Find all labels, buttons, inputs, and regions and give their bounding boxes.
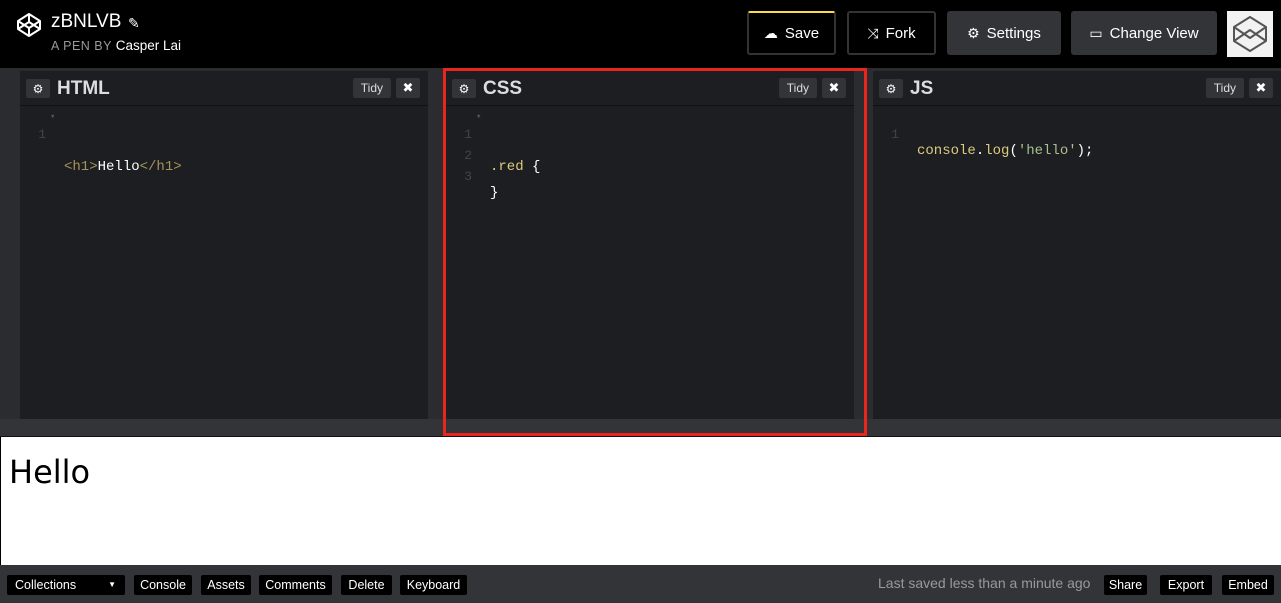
line-number: 3 xyxy=(464,169,472,184)
cloud-icon: ☁ xyxy=(763,24,778,41)
pen-title[interactable]: zBNLVB xyxy=(51,11,121,33)
js-editor[interactable]: ⚙ JS Tidy ✖ 1 console.log('hello'); xyxy=(873,71,1281,419)
fold-arrow-icon[interactable]: ▾ xyxy=(476,112,481,122)
line-number: 1 xyxy=(38,127,46,142)
author-link[interactable]: Casper Lai xyxy=(116,38,181,53)
css-editor-title: CSS xyxy=(483,78,523,99)
code-text: } xyxy=(490,185,499,201)
result-preview[interactable]: Hello xyxy=(1,437,1281,565)
css-editor[interactable]: ⚙ CSS Tidy ✖ 1 ▾ .red { 2 3 } xyxy=(446,71,854,419)
byline-prefix: A PEN BY xyxy=(51,39,112,53)
fork-label: Fork xyxy=(885,24,916,42)
caret-down-icon: ▼ xyxy=(108,580,116,589)
js-settings-gear-icon[interactable]: ⚙ xyxy=(879,79,903,98)
assets-button[interactable]: Assets xyxy=(201,575,251,595)
html-editor-header: ⚙ HTML Tidy ✖ xyxy=(20,71,428,106)
view-layout-icon: ▭ xyxy=(1089,24,1103,41)
code-text: console.log('hello'); xyxy=(917,143,1094,159)
console-button[interactable]: Console xyxy=(134,575,192,595)
css-settings-gear-icon[interactable]: ⚙ xyxy=(452,79,476,98)
settings-label: Settings xyxy=(986,24,1041,42)
code-line: 1 ▾ <h1>Hello</h1> xyxy=(20,111,181,175)
top-header: zBNLVB ✎ A PEN BY Casper Lai ☁ Save ⤨ Fo… xyxy=(0,0,1281,68)
pen-byline: A PEN BY Casper Lai xyxy=(51,38,181,53)
fold-arrow-icon[interactable]: ▾ xyxy=(50,112,55,122)
html-tidy-button[interactable]: Tidy xyxy=(352,78,391,98)
css-editor-header: ⚙ CSS Tidy ✖ xyxy=(446,71,854,106)
code-line: 1 ▾ .red { xyxy=(446,111,540,175)
code-text: <h1>Hello</h1> xyxy=(64,159,182,175)
save-button[interactable]: ☁ Save xyxy=(747,11,836,55)
save-label: Save xyxy=(784,24,820,42)
bottom-toolbar: Collections ▼ Console Assets Comments De… xyxy=(0,565,1281,603)
user-avatar[interactable] xyxy=(1227,11,1273,57)
codepen-logo-icon[interactable] xyxy=(16,12,42,38)
embed-button[interactable]: Embed xyxy=(1222,575,1274,595)
delete-button[interactable]: Delete xyxy=(341,575,392,595)
css-code[interactable]: 1 ▾ .red { 2 3 } xyxy=(446,111,540,201)
preview-resize-handle[interactable] xyxy=(0,419,1281,437)
line-number: 1 xyxy=(891,127,899,142)
js-tidy-button[interactable]: Tidy xyxy=(1205,78,1244,98)
fork-icon: ⤨ xyxy=(867,24,879,41)
js-close-icon[interactable]: ✖ xyxy=(1249,78,1273,98)
save-status-text: Last saved less than a minute ago xyxy=(878,575,1091,591)
html-editor[interactable]: ⚙ HTML Tidy ✖ 1 ▾ <h1>Hello</h1> xyxy=(20,71,428,419)
js-editor-title: JS xyxy=(910,78,934,99)
comments-button[interactable]: Comments xyxy=(259,575,332,595)
avatar-codepen-icon xyxy=(1233,16,1267,52)
export-button[interactable]: Export xyxy=(1160,575,1212,595)
pencil-edit-icon[interactable]: ✎ xyxy=(128,15,140,32)
collections-label: Collections xyxy=(15,578,77,592)
css-close-icon[interactable]: ✖ xyxy=(822,78,846,98)
code-line: 1 console.log('hello'); xyxy=(873,111,1093,159)
collections-dropdown[interactable]: Collections ▼ xyxy=(7,575,125,595)
html-editor-title: HTML xyxy=(57,78,110,99)
html-settings-gear-icon[interactable]: ⚙ xyxy=(26,79,50,98)
share-button[interactable]: Share xyxy=(1104,575,1147,595)
change-view-label: Change View xyxy=(1109,24,1199,42)
keyboard-button[interactable]: Keyboard xyxy=(400,575,467,595)
js-code[interactable]: 1 console.log('hello'); xyxy=(873,111,1093,159)
js-editor-header: ⚙ JS Tidy ✖ xyxy=(873,71,1281,106)
html-close-icon[interactable]: ✖ xyxy=(396,78,420,98)
css-tidy-button[interactable]: Tidy xyxy=(778,78,817,98)
code-line: 2 xyxy=(446,132,496,163)
settings-button[interactable]: ⚙ Settings xyxy=(947,11,1061,55)
change-view-button[interactable]: ▭ Change View xyxy=(1071,11,1217,55)
code-line: 3 } xyxy=(446,153,498,201)
html-code[interactable]: 1 ▾ <h1>Hello</h1> xyxy=(20,111,181,175)
preview-heading: Hello xyxy=(9,453,91,491)
code-text: .red { xyxy=(490,159,541,175)
fork-button[interactable]: ⤨ Fork xyxy=(847,11,936,55)
gear-icon: ⚙ xyxy=(967,24,980,41)
